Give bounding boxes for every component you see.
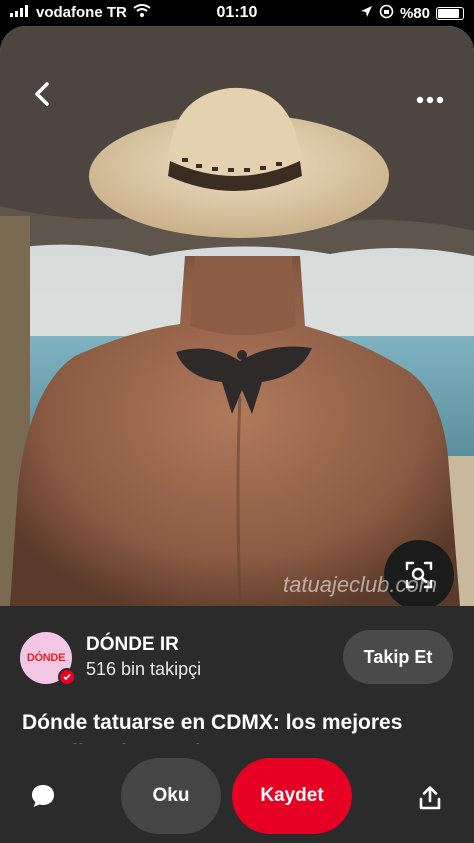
comment-icon [32, 785, 54, 807]
back-button[interactable] [22, 74, 62, 114]
status-right: %80 [360, 4, 464, 23]
battery-icon [436, 7, 464, 20]
more-icon [416, 96, 444, 104]
pin-photo [0, 26, 474, 606]
more-options-button[interactable] [408, 82, 452, 118]
follow-button[interactable]: Takip Et [343, 630, 453, 684]
profile-name[interactable]: DÓNDE IR [86, 634, 179, 656]
action-bar: Oku Kaydet [0, 744, 474, 843]
verified-icon [58, 668, 76, 686]
save-button[interactable]: Kaydet [232, 758, 352, 834]
back-icon [35, 82, 49, 106]
read-button[interactable]: Oku [121, 758, 221, 834]
pin-image[interactable]: tatuajeclub.com [0, 26, 474, 606]
watermark: tatuajeclub.com [283, 572, 438, 597]
share-button[interactable] [410, 778, 450, 818]
status-bar: vodafone TR 01:10 %80 [0, 0, 474, 26]
orientation-lock-icon [379, 4, 394, 23]
location-icon [360, 5, 373, 22]
avatar-text: DÓNDE [26, 652, 66, 664]
battery-label: %80 [399, 5, 430, 22]
follower-count: 516 bin takipçi [86, 659, 202, 679]
share-icon [419, 786, 441, 810]
comment-button[interactable] [22, 778, 64, 814]
